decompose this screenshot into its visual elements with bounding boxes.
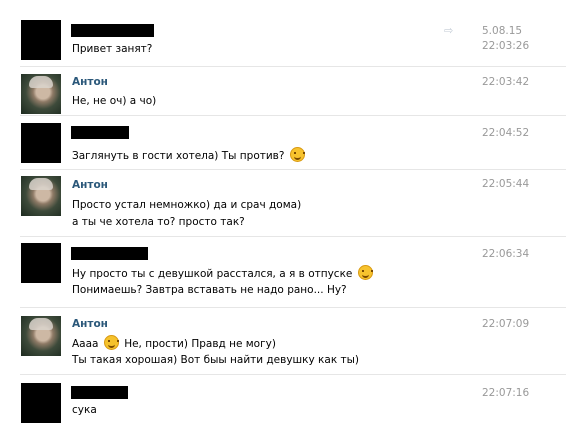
message-time: 22:03:42 xyxy=(482,76,530,88)
author-name[interactable]: Антон xyxy=(72,179,108,191)
avatar-redacted[interactable] xyxy=(21,243,61,283)
divider xyxy=(20,169,566,170)
message-text: Не, не оч) а чо) xyxy=(72,95,157,107)
avatar-anton[interactable] xyxy=(21,74,61,114)
divider xyxy=(20,236,566,237)
message-time: 22:06:34 xyxy=(482,248,530,260)
message-text: Привет занят? xyxy=(72,43,153,55)
message-date: 5.08.15 xyxy=(482,25,523,37)
message-text-line: Ну просто ты с девушкой расстался, а я в… xyxy=(72,265,375,280)
message-text: Ты такая хорошая) Вот быы найти девушку … xyxy=(72,354,360,366)
message-text-line: Заглянуть в гости хотела) Ты против? xyxy=(72,147,307,162)
message-text: Не, прости) Правд не могу) xyxy=(124,338,276,350)
message-text: Ну просто ты с девушкой расстался, а я в… xyxy=(72,268,353,280)
message-time: 22:07:16 xyxy=(482,387,530,399)
message-text: сука xyxy=(72,404,97,416)
message-time: 22:05:44 xyxy=(482,178,530,190)
avatar-redacted[interactable] xyxy=(21,383,61,423)
divider xyxy=(20,307,566,308)
avatar-anton[interactable] xyxy=(21,176,61,216)
divider xyxy=(20,66,566,67)
author-name[interactable]: Антон xyxy=(72,318,108,330)
message-text: а ты че хотела то? просто так? xyxy=(72,216,245,228)
forward-arrow-icon[interactable]: ⇨ xyxy=(444,24,453,37)
message-text: Понимаешь? Завтра вставать не надо рано.… xyxy=(72,284,347,296)
author-name-redacted[interactable] xyxy=(71,247,148,260)
laughing-emoji-icon xyxy=(103,335,119,350)
avatar-redacted[interactable] xyxy=(21,20,61,60)
author-name-redacted[interactable] xyxy=(71,126,129,139)
avatar-anton[interactable] xyxy=(21,316,61,356)
message-text: Заглянуть в гости хотела) Ты против? xyxy=(72,150,285,162)
author-name-redacted[interactable] xyxy=(71,24,154,37)
smile-emoji-icon xyxy=(289,147,305,162)
message-time: 22:03:26 xyxy=(482,40,530,52)
message-text: Просто устал немножко) да и срач дома) xyxy=(72,199,302,211)
message-text-line: Аааа Не, прости) Правд не могу) xyxy=(72,335,276,350)
divider xyxy=(20,374,566,375)
author-name-redacted[interactable] xyxy=(71,386,128,399)
message-time: 22:04:52 xyxy=(482,127,530,139)
message-text: Аааа xyxy=(72,338,99,350)
smile-emoji-icon xyxy=(357,265,373,280)
avatar-redacted[interactable] xyxy=(21,123,61,163)
message-time: 22:07:09 xyxy=(482,318,530,330)
divider xyxy=(20,115,566,116)
author-name[interactable]: Антон xyxy=(72,76,108,88)
